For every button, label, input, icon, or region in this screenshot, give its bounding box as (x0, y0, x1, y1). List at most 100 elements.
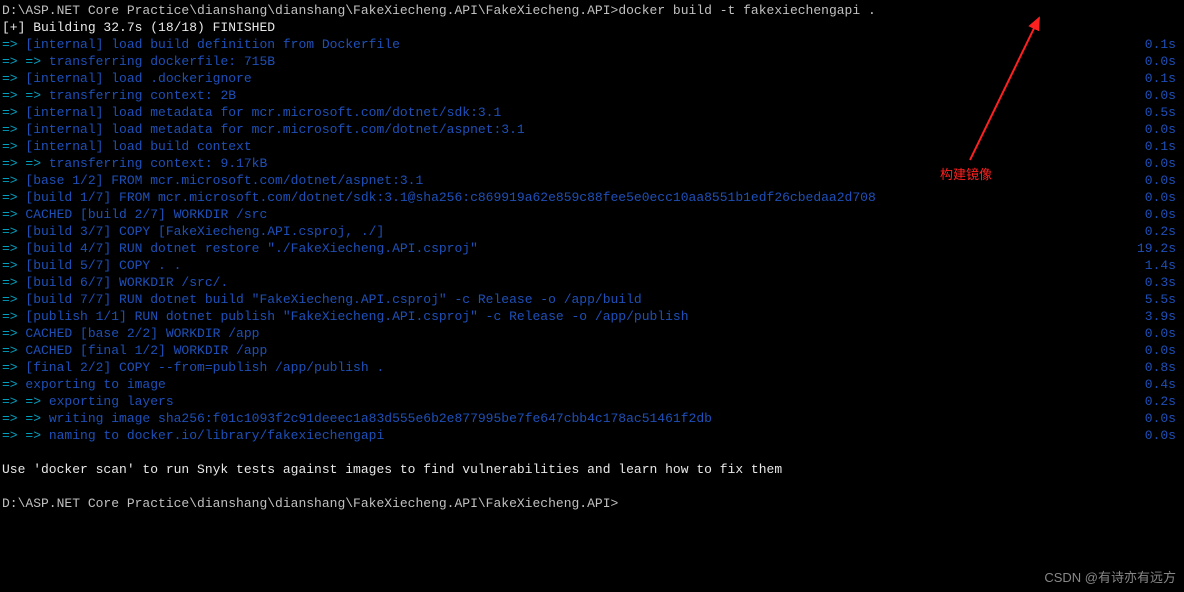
step-text: writing image sha256:f01c1093f2c91deeec1… (49, 410, 712, 427)
build-step-line: => CACHED [build 2/7] WORKDIR /src 0.0s (2, 206, 1182, 223)
build-step-line: => => transferring dockerfile: 715B 0.0s (2, 53, 1182, 70)
build-step-line: => CACHED [base 2/2] WORKDIR /app 0.0s (2, 325, 1182, 342)
step-text: exporting layers (49, 393, 174, 410)
step-text: [base 1/2] FROM mcr.microsoft.com/dotnet… (25, 172, 423, 189)
step-arrow: => => (2, 53, 49, 70)
annotation-label: 构建镜像 (940, 166, 992, 183)
build-step-line: => [build 7/7] RUN dotnet build "FakeXie… (2, 291, 1182, 308)
step-text: [publish 1/1] RUN dotnet publish "FakeXi… (25, 308, 688, 325)
build-step-line: => [publish 1/1] RUN dotnet publish "Fak… (2, 308, 1182, 325)
step-time: 0.0s (1145, 53, 1176, 70)
step-time: 0.1s (1145, 138, 1176, 155)
step-arrow: => (2, 223, 25, 240)
step-arrow: => => (2, 427, 49, 444)
step-time: 0.0s (1145, 121, 1176, 138)
step-time: 0.1s (1145, 36, 1176, 53)
step-arrow: => => (2, 410, 49, 427)
step-text: CACHED [build 2/7] WORKDIR /src (25, 206, 267, 223)
step-arrow: => (2, 308, 25, 325)
step-time: 0.2s (1145, 223, 1176, 240)
step-time: 0.0s (1145, 410, 1176, 427)
step-time: 0.8s (1145, 359, 1176, 376)
step-arrow: => (2, 291, 25, 308)
step-arrow: => (2, 274, 25, 291)
blank-line (2, 478, 1182, 495)
step-text: [build 7/7] RUN dotnet build "FakeXieche… (25, 291, 641, 308)
build-header: [+] Building 32.7s (18/18) FINISHED (2, 19, 1182, 36)
step-text: [build 3/7] COPY [FakeXiecheng.API.cspro… (25, 223, 384, 240)
step-time: 1.4s (1145, 257, 1176, 274)
step-arrow: => => (2, 155, 49, 172)
build-step-line: => => transferring context: 2B0.0s (2, 87, 1182, 104)
step-arrow: => (2, 325, 25, 342)
blank-line (2, 444, 1182, 461)
step-time: 0.0s (1145, 206, 1176, 223)
build-step-line: => => transferring context: 9.17kB 0.0s (2, 155, 1182, 172)
step-text: [build 4/7] RUN dotnet restore "./FakeXi… (25, 240, 477, 257)
step-text: CACHED [final 1/2] WORKDIR /app (25, 342, 267, 359)
build-step-line: => => exporting layers 0.2s (2, 393, 1182, 410)
step-text: [internal] load metadata for mcr.microso… (25, 104, 501, 121)
step-time: 19.2s (1137, 240, 1176, 257)
prompt-path: D:\ASP.NET Core Practice\dianshang\dians… (2, 2, 618, 19)
build-step-line: => => writing image sha256:f01c1093f2c91… (2, 410, 1182, 427)
step-arrow: => (2, 359, 25, 376)
step-time: 0.3s (1145, 274, 1176, 291)
build-step-line: => [base 1/2] FROM mcr.microsoft.com/dot… (2, 172, 1182, 189)
step-text: transferring dockerfile: 715B (49, 53, 275, 70)
step-text: exporting to image (25, 376, 165, 393)
prompt-line-2[interactable]: D:\ASP.NET Core Practice\dianshang\dians… (2, 495, 1182, 512)
watermark: CSDN @有诗亦有远方 (1044, 569, 1176, 586)
step-text: [final 2/2] COPY --from=publish /app/pub… (25, 359, 384, 376)
command-prompt-line: D:\ASP.NET Core Practice\dianshang\dians… (2, 2, 1182, 19)
step-text: [build 6/7] WORKDIR /src/. (25, 274, 228, 291)
scan-hint: Use 'docker scan' to run Snyk tests agai… (2, 461, 1182, 478)
step-text: naming to docker.io/library/fakexiecheng… (49, 427, 384, 444)
step-text: [internal] load .dockerignore (25, 70, 251, 87)
step-arrow: => => (2, 87, 49, 104)
step-arrow: => (2, 36, 25, 53)
build-step-line: => => naming to docker.io/library/fakexi… (2, 427, 1182, 444)
build-step-line: => [internal] load build context0.1s (2, 138, 1182, 155)
step-text: [build 5/7] COPY . . (25, 257, 181, 274)
build-step-line: => [build 6/7] WORKDIR /src/. 0.3s (2, 274, 1182, 291)
step-text: transferring context: 2B (49, 87, 236, 104)
step-time: 0.2s (1145, 393, 1176, 410)
build-step-line: => [build 1/7] FROM mcr.microsoft.com/do… (2, 189, 1182, 206)
step-arrow: => (2, 104, 25, 121)
step-text: [internal] load build definition from Do… (25, 36, 399, 53)
step-time: 0.1s (1145, 70, 1176, 87)
build-step-line: => [internal] load build definition from… (2, 36, 1182, 53)
step-time: 3.9s (1145, 308, 1176, 325)
build-step-line: => [build 3/7] COPY [FakeXiecheng.API.cs… (2, 223, 1182, 240)
build-step-line: => [build 5/7] COPY . . 1.4s (2, 257, 1182, 274)
step-arrow: => (2, 121, 25, 138)
step-arrow: => (2, 257, 25, 274)
step-time: 0.0s (1145, 189, 1176, 206)
build-step-line: => CACHED [final 1/2] WORKDIR /app0.0s (2, 342, 1182, 359)
build-step-line: => [internal] load metadata for mcr.micr… (2, 121, 1182, 138)
step-arrow: => (2, 206, 25, 223)
step-arrow: => (2, 376, 25, 393)
step-arrow: => (2, 189, 25, 206)
build-output: => [internal] load build definition from… (2, 36, 1182, 444)
step-arrow: => (2, 240, 25, 257)
step-time: 0.0s (1145, 427, 1176, 444)
step-time: 0.5s (1145, 104, 1176, 121)
step-text: [build 1/7] FROM mcr.microsoft.com/dotne… (25, 189, 875, 206)
step-arrow: => (2, 70, 25, 87)
step-arrow: => (2, 172, 25, 189)
step-time: 0.0s (1145, 342, 1176, 359)
command-text[interactable]: docker build -t fakexiechengapi . (618, 2, 875, 19)
step-time: 0.0s (1145, 325, 1176, 342)
step-text: [internal] load metadata for mcr.microso… (25, 121, 524, 138)
step-text: [internal] load build context (25, 138, 251, 155)
build-step-line: => [final 2/2] COPY --from=publish /app/… (2, 359, 1182, 376)
step-text: CACHED [base 2/2] WORKDIR /app (25, 325, 259, 342)
step-time: 0.4s (1145, 376, 1176, 393)
step-time: 0.0s (1145, 155, 1176, 172)
step-time: 5.5s (1145, 291, 1176, 308)
step-text: transferring context: 9.17kB (49, 155, 267, 172)
step-arrow: => => (2, 393, 49, 410)
build-step-line: => [build 4/7] RUN dotnet restore "./Fak… (2, 240, 1182, 257)
